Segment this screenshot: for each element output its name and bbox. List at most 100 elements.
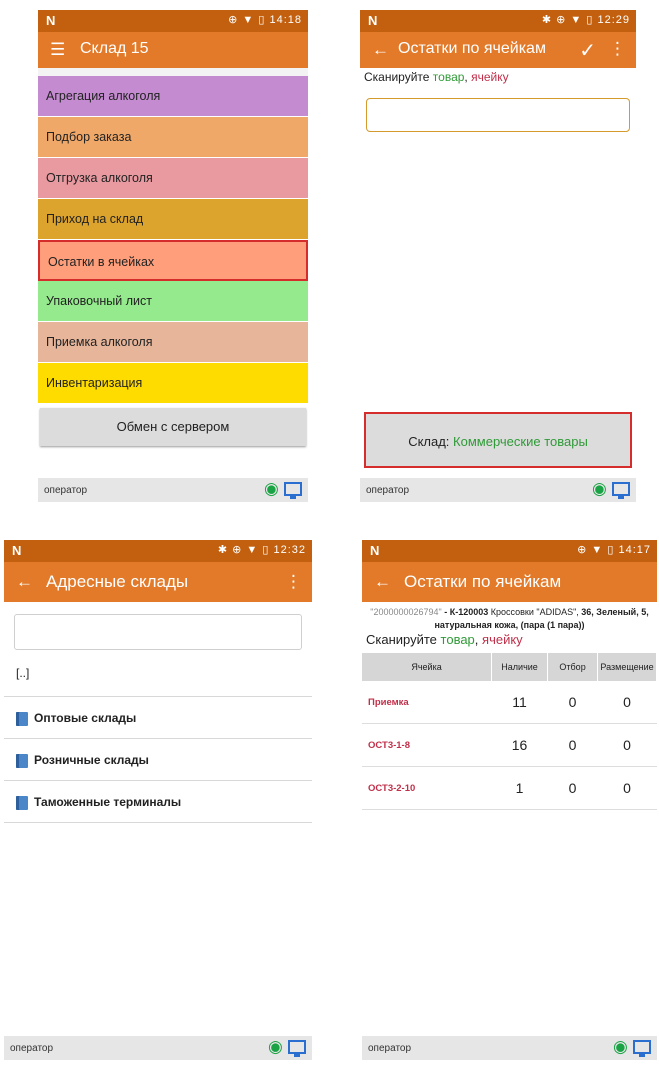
scan-prompt-goods: товар [440, 632, 475, 647]
scan-prompt-prefix: Сканируйте [366, 632, 441, 647]
status-bar: N ⊕ ▼ ▯ 14:17 [362, 540, 657, 562]
connection-status: ◉ [264, 479, 302, 499]
cell-name: ОСТ3-2-10 [362, 766, 492, 810]
app-bar: ← Остатки по ячейкам [362, 562, 657, 602]
folder-label: Таможенные терминалы [34, 795, 182, 809]
folder-icon [16, 795, 28, 810]
menu-item-cell-stock[interactable]: Остатки в ячейках [38, 240, 308, 281]
wifi-icon: ◉ [264, 479, 279, 498]
cell-name: Приемка [362, 681, 492, 724]
check-icon[interactable]: ✓ [579, 38, 596, 63]
folder-icon [16, 711, 28, 726]
menu-item-warehouse-receipt[interactable]: Приход на склад [38, 199, 308, 240]
screen-main-menu: N ⊕ ▼ ▯ 14:18 ☰ Склад 15 Агрегация алког… [38, 10, 308, 502]
wifi-icon: ◉ [592, 479, 607, 498]
connection-status: ◉ [592, 479, 630, 499]
pick-value: 0 [547, 723, 598, 767]
exchange-with-server-button[interactable]: Обмен с сервером [40, 408, 306, 446]
folder-label: Оптовые склады [34, 711, 137, 725]
folder-item-wholesale[interactable]: Оптовые склады [4, 697, 312, 739]
back-arrow-icon[interactable]: ← [16, 572, 33, 592]
menu-item-label: Отгрузка алкоголя [46, 171, 153, 185]
scan-prompt-prefix: Сканируйте [364, 70, 433, 84]
place-value: 0 [597, 766, 657, 810]
menu-item-alcohol-acceptance[interactable]: Приемка алкоголя [38, 322, 308, 363]
operator-label: оператор [44, 485, 88, 496]
spacer [38, 68, 308, 76]
status-time: 12:32 [273, 544, 306, 556]
stock-value: 1 [491, 766, 548, 810]
place-value: 0 [597, 681, 657, 724]
scan-prompt: Сканируйте товар, ячейку [360, 68, 636, 86]
scan-prompt-cell: ячейку [482, 632, 523, 647]
app-bar: ← Остатки по ячейкам ✓ ⋮ [360, 32, 636, 68]
footer-bar: оператор ◉ [4, 1036, 312, 1060]
product-barcode: "2000000026794" [370, 607, 442, 617]
column-header-place: Размещение [597, 653, 657, 681]
search-input[interactable] [14, 614, 302, 650]
connection-status: ◉ [268, 1037, 306, 1057]
status-time: 14:18 [269, 14, 302, 26]
table-row[interactable]: ОСТ3-2-10 1 0 0 [362, 766, 657, 810]
notification-icon: N [12, 543, 22, 558]
menu-item-aggregation[interactable]: Агрегация алкоголя [38, 76, 308, 117]
back-arrow-icon[interactable]: ← [372, 40, 389, 60]
scan-prompt: Сканируйте товар, ячейку [362, 632, 657, 647]
status-icons: ⊕ ▼ ▯ 14:18 [228, 14, 302, 26]
cell-name: ОСТ3-1-8 [362, 723, 492, 767]
folder-icon [16, 753, 28, 768]
notification-icon: N [370, 543, 380, 558]
table-row[interactable]: Приемка 11 0 0 [362, 681, 657, 724]
place-value: 0 [597, 723, 657, 767]
scan-prompt-goods: товар [432, 70, 465, 84]
wifi-icon: ◉ [268, 1037, 283, 1056]
menu-item-inventory[interactable]: Инвентаризация [38, 363, 308, 404]
menu-item-order-picking[interactable]: Подбор заказа [38, 117, 308, 158]
cell-stock-table: Ячейка Наличие Отбор Размещение Приемка … [362, 653, 657, 810]
notification-icon: N [368, 13, 378, 28]
folder-item-retail[interactable]: Розничные склады [4, 739, 312, 781]
wifi-icon: ◉ [613, 1037, 628, 1056]
stock-value: 16 [491, 723, 548, 767]
status-icons: ✱ ⊕ ▼ ▯ 12:29 [541, 14, 630, 26]
status-bar: N ✱ ⊕ ▼ ▯ 12:29 [360, 10, 636, 32]
scan-prompt-separator: , [474, 632, 483, 647]
more-options-icon[interactable]: ⋮ [285, 572, 302, 592]
menu-item-label: Приемка алкоголя [46, 335, 153, 349]
monitor-icon [612, 482, 630, 499]
folder-item-customs[interactable]: Таможенные терминалы [4, 781, 312, 823]
status-time: 14:17 [618, 544, 651, 556]
warehouse-button[interactable]: Склад: Коммерческие товары [364, 412, 632, 468]
back-arrow-icon[interactable]: ← [374, 572, 391, 592]
menu-item-label: Агрегация алкоголя [46, 89, 161, 103]
product-name: Кроссовки "ADIDAS", [488, 607, 582, 617]
column-header-pick: Отбор [547, 653, 599, 681]
warehouse-value: Коммерческие товары [453, 434, 588, 449]
pick-value: 0 [547, 766, 598, 810]
page-title: Остатки по ячейкам [404, 572, 562, 591]
monitor-icon [284, 482, 302, 499]
app-bar: ← Адресные склады ⋮ [4, 562, 312, 602]
menu-list: Агрегация алкоголя Подбор заказа Отгрузк… [38, 76, 308, 404]
operator-label: оператор [10, 1043, 54, 1054]
hamburger-menu-icon[interactable]: ☰ [50, 40, 65, 60]
screen-address-warehouses: N ✱ ⊕ ▼ ▯ 12:32 ← Адресные склады ⋮ [..]… [4, 540, 312, 1060]
scan-input[interactable] [366, 98, 630, 132]
screen-cell-stock-result: N ⊕ ▼ ▯ 14:17 ← Остатки по ячейкам "2000… [362, 540, 657, 1060]
footer-bar: оператор ◉ [38, 478, 308, 502]
parent-folder-item[interactable]: [..] [4, 650, 312, 680]
more-options-icon[interactable]: ⋮ [609, 39, 626, 59]
app-bar: ☰ Склад 15 [38, 32, 308, 68]
product-article: К-120003 [449, 607, 489, 617]
operator-label: оператор [368, 1043, 412, 1054]
pick-value: 0 [547, 681, 598, 724]
menu-item-label: Приход на склад [46, 212, 144, 226]
screen-cell-stock-empty: N ✱ ⊕ ▼ ▯ 12:29 ← Остатки по ячейкам ✓ ⋮… [360, 10, 636, 502]
table-row[interactable]: ОСТ3-1-8 16 0 0 [362, 723, 657, 767]
menu-item-packing-list[interactable]: Упаковочный лист [38, 281, 308, 322]
footer-bar: оператор ◉ [362, 1036, 657, 1060]
menu-item-label: Инвентаризация [46, 376, 143, 390]
column-header-stock: Наличие [491, 653, 549, 681]
menu-item-alcohol-shipment[interactable]: Отгрузка алкоголя [38, 158, 308, 199]
menu-item-label: Остатки в ячейках [48, 255, 155, 269]
